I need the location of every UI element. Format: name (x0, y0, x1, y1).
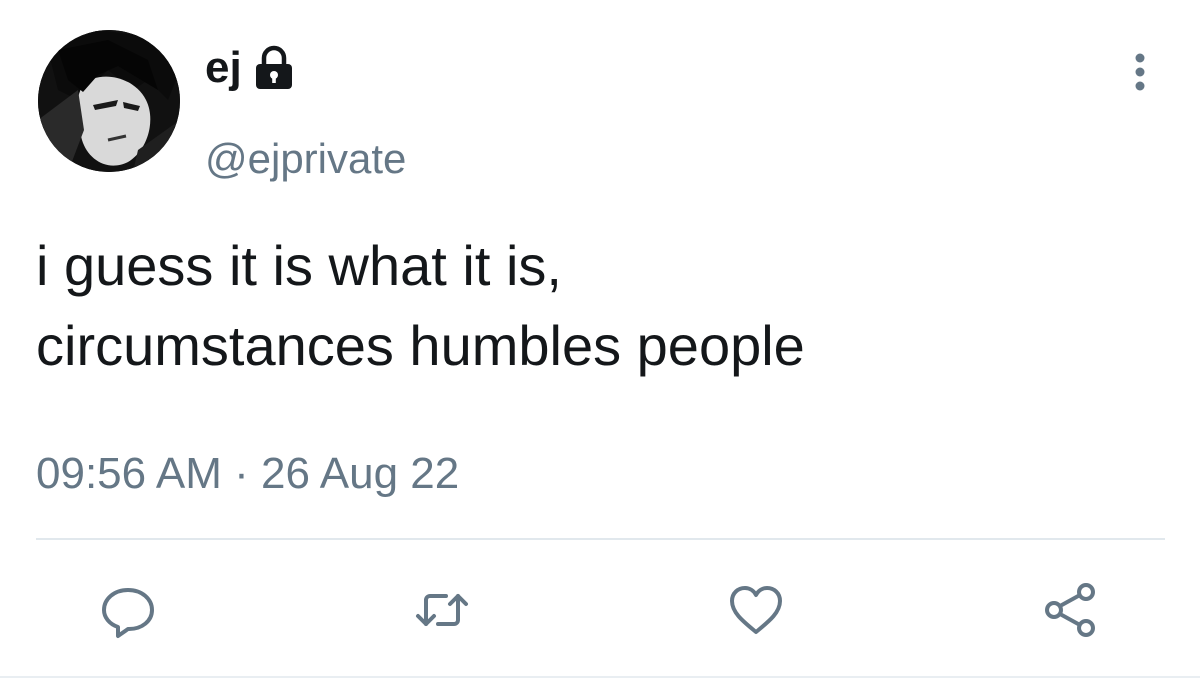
author-display-name[interactable]: ej (205, 40, 242, 96)
divider (36, 538, 1165, 540)
tweet-text-line: circumstances humbles people (36, 314, 805, 377)
avatar-image (38, 30, 180, 172)
share-icon[interactable] (1040, 580, 1100, 640)
tweet-date[interactable]: 26 Aug 22 (261, 449, 459, 498)
retweet-icon[interactable] (412, 580, 472, 640)
tweet-text: i guess it is what it is, circumstances … (36, 226, 1166, 386)
meta-separator: · (234, 449, 249, 498)
heart-icon[interactable] (726, 580, 786, 640)
tweet-time[interactable]: 09:56 AM (36, 449, 222, 498)
reply-icon[interactable] (98, 580, 158, 640)
lock-icon (252, 45, 296, 91)
avatar[interactable] (38, 30, 180, 172)
bottom-border (0, 676, 1200, 678)
more-vertical-icon[interactable] (1124, 48, 1156, 96)
author-display-name-row[interactable]: ej (205, 40, 296, 96)
tweet-text-line: i guess it is what it is, (36, 234, 562, 297)
author-handle[interactable]: @ejprivate (205, 133, 406, 185)
tweet-timestamp[interactable]: 09:56 AM · 26 Aug 22 (36, 446, 459, 502)
